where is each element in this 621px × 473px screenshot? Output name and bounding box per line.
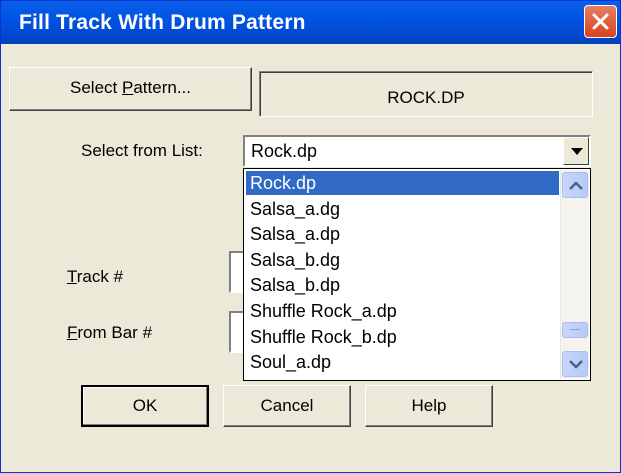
chevron-down-icon <box>569 360 583 369</box>
current-pattern-text: ROCK.DP <box>387 88 465 107</box>
from-bar-label: From Bar # <box>67 323 153 342</box>
title-bar[interactable]: Fill Track With Drum Pattern <box>1 1 620 44</box>
combo-dropdown-button[interactable] <box>563 137 589 165</box>
list-item[interactable]: Salsa_a.dp <box>246 222 559 246</box>
current-pattern-display: ROCK.DP <box>259 71 593 117</box>
select-from-list-label: Select from List: <box>81 141 203 160</box>
cancel-button[interactable]: Cancel <box>223 385 351 427</box>
dialog-window: Fill Track With Drum Pattern Select Patt… <box>0 0 621 473</box>
select-pattern-button[interactable]: Select Pattern... <box>9 67 252 111</box>
dropdown-scrollbar[interactable] <box>560 170 589 379</box>
chevron-up-icon <box>569 181 583 190</box>
list-item[interactable]: Salsa_b.dp <box>246 273 559 297</box>
cancel-label: Cancel <box>260 396 314 415</box>
chevron-down-icon <box>571 148 583 155</box>
pattern-dropdown-list[interactable]: Rock.dp Salsa_a.dg Salsa_a.dp Salsa_b.dg Sal… <box>243 168 591 381</box>
pattern-list-value: Rock.dp <box>251 141 318 161</box>
scroll-up-button[interactable] <box>562 172 588 198</box>
close-icon <box>592 13 609 30</box>
ok-label: OK <box>132 396 158 415</box>
help-button[interactable]: Help <box>365 385 493 427</box>
list-item[interactable]: Salsa_b.dg <box>246 248 559 272</box>
list-item[interactable]: Shuffle Rock_b.dp <box>246 325 559 349</box>
dialog-title: Fill Track With Drum Pattern <box>19 11 306 34</box>
help-label: Help <box>411 396 447 415</box>
list-item[interactable]: Shuffle Rock_a.dp <box>246 299 559 323</box>
ok-button[interactable]: OK <box>81 385 209 427</box>
track-number-label: Track # <box>67 267 124 286</box>
scroll-thumb-grip <box>570 329 580 330</box>
pattern-list-combobox[interactable]: Rock.dp <box>243 135 591 167</box>
select-pattern-label: Select Pattern... <box>70 78 191 97</box>
list-item[interactable]: Salsa_a.dg <box>246 197 559 221</box>
scroll-thumb[interactable] <box>562 322 588 338</box>
list-item[interactable]: Rock.dp <box>246 171 559 195</box>
list-item[interactable]: Soul_a.dp <box>246 350 559 374</box>
close-button[interactable] <box>584 5 617 38</box>
scroll-down-button[interactable] <box>562 351 588 377</box>
